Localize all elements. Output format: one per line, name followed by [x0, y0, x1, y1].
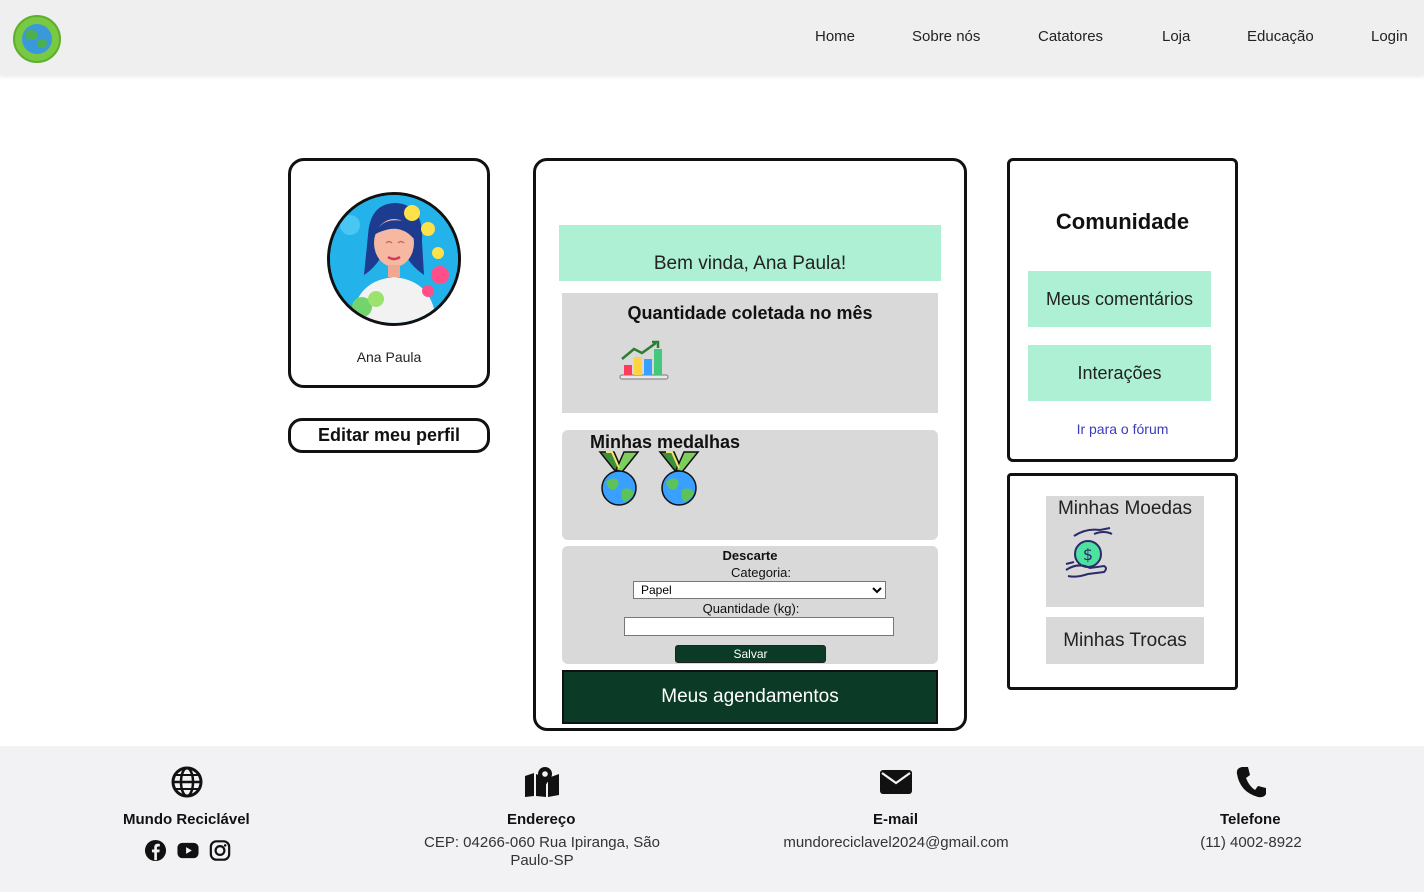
avatar — [327, 192, 461, 326]
address-title: Endereço — [507, 811, 576, 828]
category-label: Categoria: — [731, 565, 791, 580]
svg-text:$: $ — [1083, 545, 1093, 564]
globe-medal-icon — [656, 450, 702, 513]
monthly-quantity-panel: Quantidade coletada no mês — [562, 293, 938, 413]
email-text[interactable]: mundoreciclavel2024@gmail.com — [770, 834, 1022, 852]
profile-name: Ana Paula — [356, 349, 422, 365]
globe-icon — [171, 766, 203, 803]
welcome-banner: Bem vinda, Ana Paula! — [559, 225, 941, 281]
nav-home[interactable]: Home — [815, 28, 855, 45]
my-coins-title: Minhas Moedas — [1057, 498, 1193, 519]
quantity-label: Quantidade (kg): — [702, 601, 800, 616]
coin-hand-icon: $ — [1064, 526, 1116, 585]
address-line-2: Paulo-SP — [510, 852, 574, 869]
logo-icon[interactable] — [13, 15, 61, 63]
youtube-icon[interactable] — [176, 839, 200, 867]
medals-panel: Minhas medalhas — [562, 430, 938, 540]
facebook-icon[interactable] — [144, 839, 167, 867]
save-button[interactable]: Salvar — [675, 645, 826, 663]
discard-form: Descarte Categoria: Papel Quantidade (kg… — [562, 546, 938, 664]
profile-card: Ana Paula — [288, 158, 490, 388]
growth-chart-icon — [618, 339, 670, 386]
community-title: Comunidade — [1055, 209, 1190, 234]
map-location-icon — [524, 766, 560, 803]
instagram-icon[interactable] — [209, 839, 231, 867]
my-trades-button[interactable]: Minhas Trocas — [1046, 617, 1204, 664]
community-card: Comunidade Meus comentários Interações I… — [1007, 158, 1238, 462]
footer: Mundo Reciclável Endereço CEP: 04266-060… — [0, 746, 1424, 892]
nav-collectors[interactable]: Catatores — [1038, 28, 1103, 45]
monthly-quantity-title: Quantidade coletada no mês — [627, 303, 873, 323]
forum-link[interactable]: Ir para o fórum — [1010, 421, 1235, 437]
edit-profile-button[interactable]: Editar meu perfil — [288, 418, 490, 453]
my-schedules-button[interactable]: Meus agendamentos — [562, 670, 938, 724]
nav-about[interactable]: Sobre nós — [912, 28, 980, 45]
address-text: CEP: 04266-060 Rua Ipiranga, São Paulo-S… — [411, 834, 673, 870]
navbar: Home Sobre nós Catatores Loja Educação L… — [0, 0, 1424, 75]
nav-login[interactable]: Login — [1371, 28, 1408, 45]
my-comments-button[interactable]: Meus comentários — [1028, 271, 1211, 327]
envelope-icon — [880, 770, 912, 799]
nav-education[interactable]: Educação — [1247, 28, 1314, 45]
interactions-button[interactable]: Interações — [1028, 345, 1211, 401]
nav-store[interactable]: Loja — [1162, 28, 1190, 45]
globe-medal-icon — [596, 450, 642, 513]
footer-brand: Mundo Reciclável — [123, 811, 250, 828]
dashboard-card: Bem vinda, Ana Paula! Quantidade coletad… — [533, 158, 967, 731]
phone-icon — [1236, 766, 1266, 803]
discard-title: Descarte — [722, 548, 778, 563]
address-line-1: CEP: 04266-060 Rua Ipiranga, São — [424, 834, 660, 851]
my-coins-panel[interactable]: Minhas Moedas $ — [1046, 496, 1204, 607]
quantity-input[interactable] — [624, 617, 894, 636]
category-select[interactable]: Papel — [633, 581, 886, 599]
email-title: E-mail — [873, 811, 919, 828]
phone-text: (11) 4002-8922 — [1200, 834, 1302, 851]
coins-card: Minhas Moedas $ Minhas Trocas — [1007, 473, 1238, 690]
phone-title: Telefone — [1220, 811, 1281, 828]
